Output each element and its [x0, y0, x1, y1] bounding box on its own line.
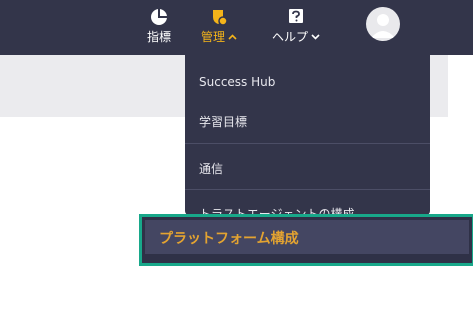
chevron-up-icon — [228, 29, 237, 43]
menu-item-platform-config[interactable]: プラットフォーム構成 — [145, 220, 469, 254]
menu-divider — [185, 189, 430, 190]
menu-item-success-hub[interactable]: Success Hub — [199, 75, 275, 89]
help-icon — [289, 9, 303, 23]
nav-help-label: ヘルプ — [271, 30, 308, 44]
menu-item-platform-config-label: プラットフォーム構成 — [159, 231, 299, 247]
menu-item-learning-goals[interactable]: 学習目標 — [199, 113, 247, 130]
nav-metrics[interactable]: 指標 — [146, 8, 172, 45]
highlight-box: プラットフォーム構成 — [139, 214, 473, 266]
nav-admin-label: 管理 — [200, 30, 225, 44]
top-navigation-bar: 指標 管理 ヘルプ — [0, 0, 473, 55]
menu-divider — [185, 143, 430, 144]
user-avatar-icon[interactable] — [366, 7, 400, 41]
page-right-edge — [448, 55, 473, 333]
chevron-down-icon — [311, 29, 320, 43]
nav-help[interactable]: ヘルプ — [268, 8, 324, 45]
pie-chart-icon — [151, 9, 167, 25]
admin-dropdown-menu: Success Hub 学習目標 通信 トラストエージェントの構成 — [185, 55, 430, 215]
nav-admin[interactable]: 管理 — [198, 8, 240, 45]
admin-badge-icon — [213, 10, 228, 26]
menu-item-communications[interactable]: 通信 — [199, 160, 223, 177]
nav-metrics-label: 指標 — [146, 30, 171, 44]
